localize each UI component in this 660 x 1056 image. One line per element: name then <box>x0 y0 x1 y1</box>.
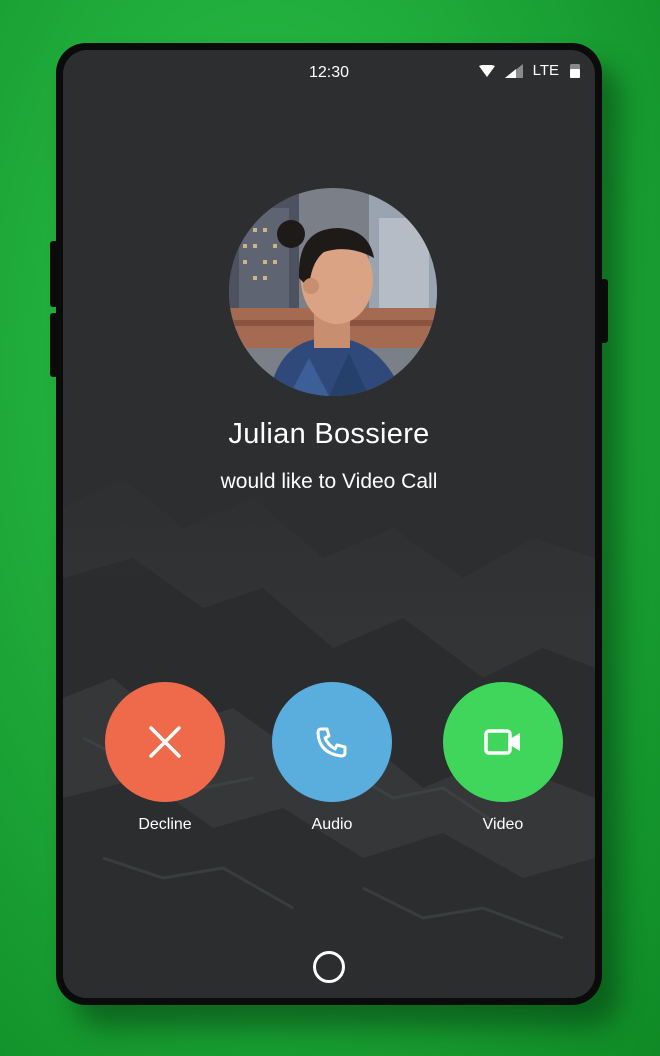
phone-icon <box>316 727 347 758</box>
home-circle-icon[interactable] <box>313 951 345 983</box>
status-bar: 12:30 LTE <box>63 50 595 94</box>
call-subtitle: would like to Video Call <box>220 470 438 493</box>
video-label: Video <box>482 816 524 833</box>
wifi-icon <box>478 64 495 77</box>
caller-avatar <box>229 188 437 396</box>
audio-label: Audio <box>311 816 353 833</box>
status-icons: LTE <box>478 62 581 79</box>
volume-down-button <box>50 313 58 377</box>
caller-name: Julian Bossiere <box>228 418 430 450</box>
decline-action: Decline <box>85 682 245 834</box>
volume-up-button <box>50 241 58 307</box>
battery-icon <box>570 63 580 78</box>
decline-label: Decline <box>138 816 192 833</box>
audio-action: Audio <box>252 682 412 834</box>
incoming-call-screen: 12:30 LTE Julian Bossiere would like to … <box>63 50 595 998</box>
network-type: LTE <box>532 62 559 79</box>
phone-frame: 12:30 LTE Julian Bossiere would like to … <box>50 43 608 1005</box>
decline-button[interactable] <box>105 682 225 802</box>
video-call-button[interactable] <box>443 682 563 802</box>
close-icon <box>149 726 181 758</box>
video-action: Video <box>423 682 583 834</box>
video-camera-icon <box>484 729 520 755</box>
power-button <box>600 279 608 343</box>
audio-call-button[interactable] <box>272 682 392 802</box>
signal-icon <box>504 63 523 78</box>
